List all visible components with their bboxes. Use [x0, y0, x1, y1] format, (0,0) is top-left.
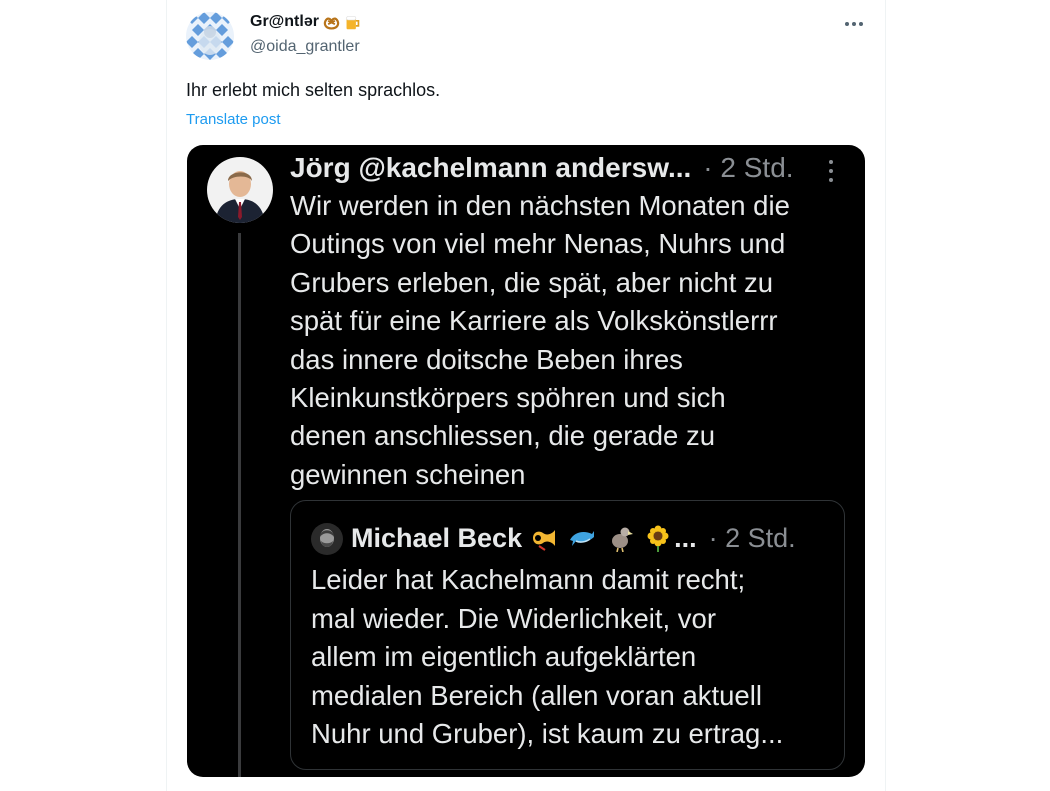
- text-line: Grubers erleben, die spät, aber nicht zu: [290, 266, 774, 298]
- text-line: allem im eigentlich aufgeklärten: [311, 641, 697, 672]
- bearded-man-avatar-icon: [311, 523, 343, 555]
- text-line: Leider hat Kachelmann damit recht;: [311, 564, 746, 595]
- quoted-post-time: · 2 Std.: [703, 152, 794, 183]
- postal-horn-icon: [533, 530, 556, 551]
- more-options-button[interactable]: [838, 12, 870, 36]
- dolphin-icon: [570, 531, 595, 546]
- text-line: das innere doitsche Beben ihres: [290, 343, 683, 375]
- sunflower-icon: [647, 525, 669, 552]
- author-avatar[interactable]: [186, 12, 234, 60]
- inner-author-name: Michael Beck: [351, 523, 523, 553]
- more-dot: [829, 178, 833, 182]
- text-line: gewinnen scheinen: [290, 458, 526, 490]
- attached-screenshot-image[interactable]: Jörg @kachelmann andersw... · 2 Std. Wir…: [187, 145, 865, 777]
- timeline-right-border: [885, 0, 886, 791]
- bavarian-diamond-avatar-icon: [186, 12, 234, 60]
- more-dot: [859, 22, 863, 26]
- inner-author-avatar: [311, 523, 343, 555]
- inner-post-text: Leider hat Kachelmann damit recht; mal w…: [311, 561, 841, 754]
- quoted-post-header: Jörg @kachelmann andersw... · 2 Std.: [290, 149, 794, 187]
- quoted-post-text: Wir werden in den nächsten Monaten die O…: [290, 187, 850, 494]
- inner-name-emojis: [530, 524, 672, 552]
- author-display-name[interactable]: Gr@ntlər: [250, 13, 319, 31]
- beer-mug-emoji-icon: [344, 14, 361, 31]
- text-line: Nuhr und Gruber), ist kaum zu ertrag...: [311, 718, 784, 749]
- more-dot: [829, 169, 833, 173]
- more-dot: [829, 160, 833, 164]
- pretzel-emoji-icon: [323, 14, 340, 31]
- text-line: mal wieder. Die Widerlichkeit, vor: [311, 602, 716, 634]
- more-dot: [852, 22, 856, 26]
- text-line: Kleinkunstkörpers spöhren und sich: [290, 382, 726, 414]
- author-name-row: Gr@ntlər: [250, 13, 361, 31]
- text-line: spät für eine Karriere als Volkskönstler…: [290, 305, 778, 337]
- inner-post-header: Michael Beck ... · 2 Std.: [351, 519, 796, 557]
- dodo-icon: [612, 527, 634, 552]
- post-text: Ihr erlebt mich selten sprachlos.: [186, 80, 441, 100]
- author-handle[interactable]: @oida_grantler: [250, 38, 360, 56]
- text-line: Outings von viel mehr Nenas, Nuhrs und: [290, 228, 786, 260]
- quoted-author-name: Jörg @kachelmann andersw...: [290, 152, 692, 183]
- text-line: denen anschliessen, die gerade zu: [290, 420, 716, 452]
- inner-quoted-post: Michael Beck ... · 2 Std. Leider hat Kac…: [290, 500, 845, 770]
- quoted-more-icon: [827, 160, 835, 182]
- text-line: medialen Bereich (allen voran aktuell: [311, 679, 762, 711]
- more-dots-icon: [845, 22, 849, 26]
- thread-line: [238, 233, 241, 777]
- quoted-author-avatar: [207, 157, 273, 223]
- translate-post-link[interactable]: Translate post: [186, 111, 281, 128]
- timeline-left-border: [166, 0, 167, 791]
- inner-post-time: · 2 Std.: [708, 523, 796, 553]
- inner-name-ellipsis: ...: [674, 523, 697, 553]
- person-portrait-icon: [207, 157, 273, 223]
- text-line: Wir werden in den nächsten Monaten die: [290, 190, 790, 221]
